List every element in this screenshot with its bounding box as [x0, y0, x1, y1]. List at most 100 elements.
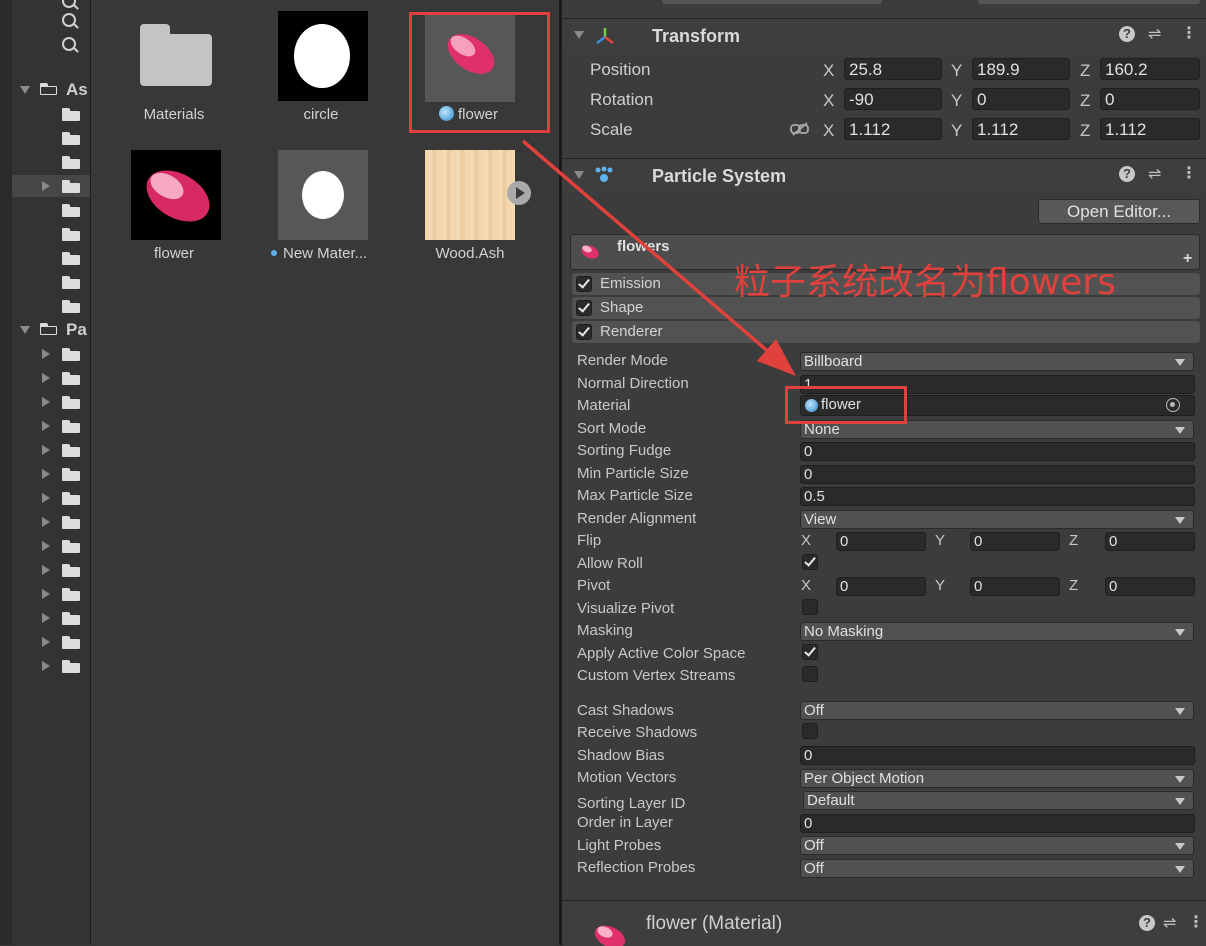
render-alignment-dropdown[interactable]: View: [800, 510, 1194, 529]
asset-label[interactable]: circle: [261, 106, 381, 123]
sorting-layer-dropdown[interactable]: Default: [803, 791, 1194, 810]
asset-thumbnail-new-material[interactable]: [278, 150, 368, 240]
expand-toggle-icon[interactable]: [42, 397, 50, 407]
folder-icon[interactable]: [62, 612, 80, 625]
constrain-proportions-icon[interactable]: [790, 122, 810, 136]
module-checkbox[interactable]: [576, 300, 592, 316]
folder-icon[interactable]: [62, 636, 80, 649]
folder-icon[interactable]: [62, 564, 80, 577]
allow-roll-checkbox[interactable]: [802, 554, 818, 570]
flip-y-field[interactable]: 0: [970, 532, 1060, 551]
more-icon[interactable]: ⋮: [1181, 23, 1197, 43]
folder-icon[interactable]: [62, 276, 80, 289]
expand-toggle-icon[interactable]: [20, 326, 30, 334]
pivot-x-field[interactable]: 0: [836, 577, 926, 596]
expand-toggle-icon[interactable]: [42, 421, 50, 431]
folder-icon[interactable]: [62, 588, 80, 601]
module-renderer[interactable]: Renderer: [572, 321, 1200, 343]
transform-header[interactable]: Transform ? ⇌ ⋮: [562, 18, 1206, 53]
pivot-z-field[interactable]: 0: [1105, 577, 1195, 596]
asset-thumbnail-wood-ash[interactable]: [425, 150, 515, 240]
add-module-icon[interactable]: +: [1183, 250, 1192, 268]
order-in-layer-field[interactable]: 0: [800, 814, 1195, 833]
particle-system-header[interactable]: Particle System ? ⇌ ⋮: [562, 158, 1206, 193]
expand-toggle-icon[interactable]: [42, 469, 50, 479]
module-checkbox[interactable]: [576, 324, 592, 340]
collapse-icon[interactable]: [574, 171, 584, 179]
material-footer[interactable]: flower (Material) ? ⇌ ⋮: [562, 900, 1206, 946]
receive-shadows-checkbox[interactable]: [802, 723, 818, 739]
more-icon[interactable]: ⋮: [1188, 912, 1204, 932]
expand-toggle-icon[interactable]: [42, 637, 50, 647]
folder-icon[interactable]: [62, 300, 80, 313]
tree-item-assets-label[interactable]: As: [66, 80, 88, 100]
flip-z-field[interactable]: 0: [1105, 532, 1195, 551]
folder-icon[interactable]: [62, 180, 80, 193]
custom-vertex-streams-checkbox[interactable]: [802, 666, 818, 682]
light-probes-dropdown[interactable]: Off: [800, 836, 1194, 855]
position-x-field[interactable]: 25.8: [844, 58, 942, 80]
asset-thumbnail-flower-texture[interactable]: [131, 150, 221, 240]
folder-icon[interactable]: [62, 252, 80, 265]
collapse-icon[interactable]: [574, 31, 584, 39]
settings-icon[interactable]: ⇌: [1163, 913, 1176, 933]
help-icon[interactable]: ?: [1119, 166, 1135, 182]
expand-toggle-icon[interactable]: [42, 613, 50, 623]
rotation-z-field[interactable]: 0: [1100, 88, 1200, 110]
expand-toggle-icon[interactable]: [20, 86, 30, 94]
position-z-field[interactable]: 160.2: [1100, 58, 1200, 80]
folder-icon[interactable]: [62, 444, 80, 457]
folder-icon[interactable]: [62, 156, 80, 169]
folder-icon[interactable]: [62, 348, 80, 361]
flip-x-field[interactable]: 0: [836, 532, 926, 551]
folder-icon[interactable]: [62, 540, 80, 553]
asset-label[interactable]: Materials: [114, 106, 234, 123]
cast-shadows-dropdown[interactable]: Off: [800, 701, 1194, 720]
expand-toggle-icon[interactable]: [42, 541, 50, 551]
expand-toggle-icon[interactable]: [42, 349, 50, 359]
settings-icon[interactable]: ⇌: [1148, 164, 1161, 184]
render-mode-dropdown[interactable]: Billboard: [800, 352, 1194, 371]
expand-toggle-icon[interactable]: [42, 445, 50, 455]
expand-toggle-icon[interactable]: [42, 589, 50, 599]
partial-field[interactable]: [662, 0, 882, 4]
expand-asset-button[interactable]: [507, 181, 531, 205]
folder-icon[interactable]: [62, 396, 80, 409]
expand-toggle-icon[interactable]: [42, 517, 50, 527]
search-icon[interactable]: [62, 37, 76, 51]
scale-x-field[interactable]: 1.112: [844, 118, 942, 140]
folder-icon[interactable]: [62, 468, 80, 481]
masking-dropdown[interactable]: No Masking: [800, 622, 1194, 641]
folder-icon[interactable]: [62, 492, 80, 505]
partial-field[interactable]: [978, 0, 1200, 4]
settings-icon[interactable]: ⇌: [1148, 24, 1161, 44]
asset-label[interactable]: Wood.Ash: [410, 245, 530, 262]
particle-system-name[interactable]: flowers: [617, 238, 670, 255]
search-icon[interactable]: [62, 0, 76, 8]
folder-icon[interactable]: [62, 132, 80, 145]
expand-toggle-icon[interactable]: [42, 565, 50, 575]
folder-icon[interactable]: [62, 660, 80, 673]
tree-item-packages-label[interactable]: Pa: [66, 320, 87, 340]
folder-icon[interactable]: [62, 420, 80, 433]
folder-icon[interactable]: [62, 108, 80, 121]
position-y-field[interactable]: 189.9: [972, 58, 1070, 80]
search-icon[interactable]: [62, 13, 76, 27]
folder-icon[interactable]: [62, 372, 80, 385]
expand-toggle-icon[interactable]: [42, 181, 50, 191]
asset-label[interactable]: New Mater...: [283, 245, 367, 262]
open-editor-button[interactable]: Open Editor...: [1038, 199, 1200, 224]
module-checkbox[interactable]: [576, 276, 592, 292]
min-particle-size-field[interactable]: 0: [800, 465, 1195, 484]
folder-icon[interactable]: [62, 516, 80, 529]
motion-vectors-dropdown[interactable]: Per Object Motion: [800, 769, 1194, 788]
object-picker-icon[interactable]: [1166, 398, 1180, 412]
expand-toggle-icon[interactable]: [42, 373, 50, 383]
folder-icon[interactable]: [62, 228, 80, 241]
expand-toggle-icon[interactable]: [42, 661, 50, 671]
sorting-fudge-field[interactable]: 0: [800, 442, 1195, 461]
help-icon[interactable]: ?: [1119, 26, 1135, 42]
help-icon[interactable]: ?: [1139, 915, 1155, 931]
scale-y-field[interactable]: 1.112: [972, 118, 1070, 140]
more-icon[interactable]: ⋮: [1181, 163, 1197, 183]
